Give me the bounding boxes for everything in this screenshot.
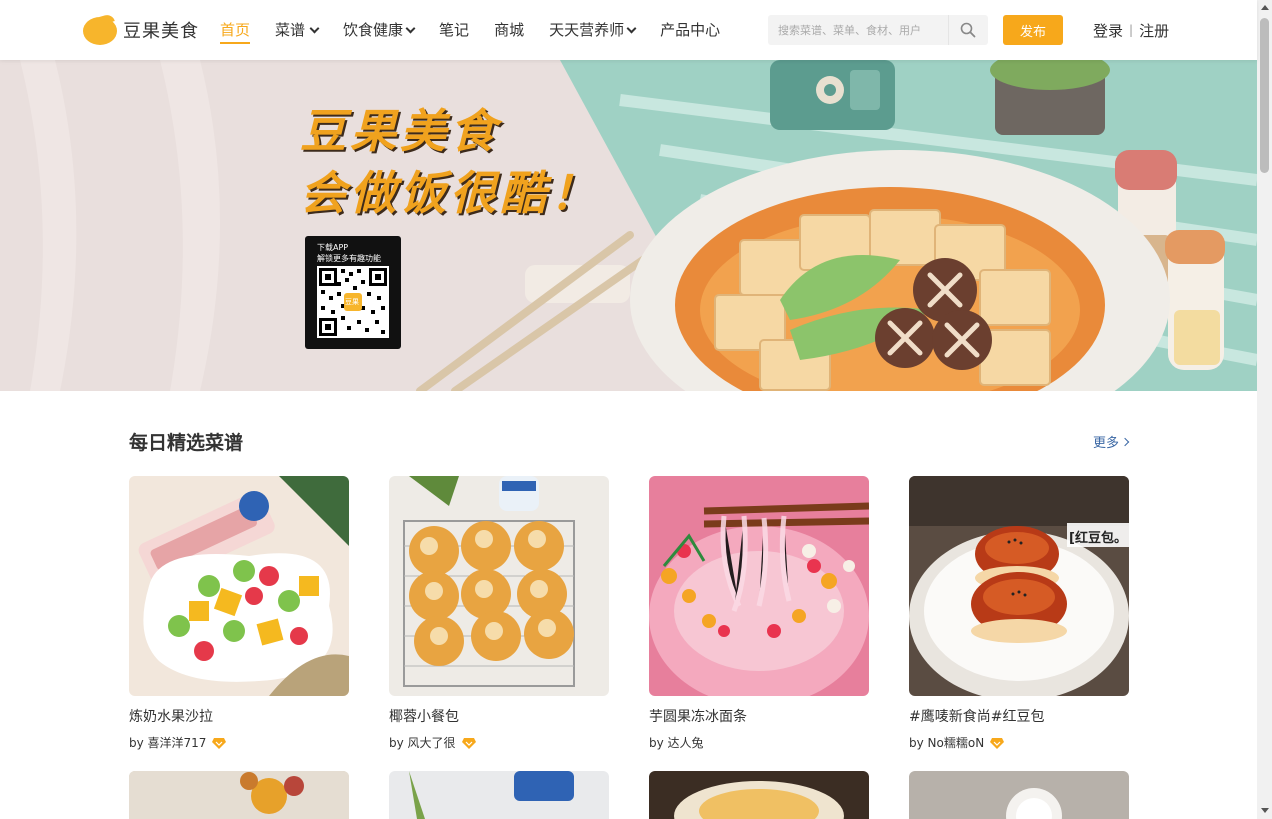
qr-line-download: 下载APP <box>317 243 349 252</box>
nav-item-home[interactable]: 首页 <box>220 0 251 60</box>
qr-line-unlock: 解锁更多有趣功能 <box>317 254 381 263</box>
recipe-name[interactable]: 芋圆果冻冰面条 <box>649 706 869 726</box>
nav-item-recipes[interactable]: 菜谱 <box>275 0 320 60</box>
recipe-thumbnail[interactable] <box>129 771 349 819</box>
nav-item-notes[interactable]: 笔记 <box>439 0 469 60</box>
search-bar <box>768 15 988 45</box>
page-scrollbar[interactable] <box>1257 0 1272 819</box>
banner-illustration <box>0 60 1257 391</box>
nav-item-diet-health[interactable]: 饮食健康 <box>343 0 416 60</box>
qr-center-label: 豆果 <box>345 298 359 306</box>
hero-banner[interactable]: 豆果美食 会做饭很酷！ 下载APP 解锁更多有趣功能 豆果 <box>0 60 1257 391</box>
nav-item-products[interactable]: 产品中心 <box>660 0 720 60</box>
recipe-author[interactable]: by 达人兔 <box>649 734 869 751</box>
register-link[interactable]: 注册 <box>1139 20 1169 41</box>
recipe-thumbnail[interactable] <box>649 476 869 696</box>
chevron-down-icon <box>309 23 320 33</box>
qr-code: 豆果 <box>317 266 389 338</box>
recipe-author[interactable]: by No糯糯oN <box>909 734 1129 751</box>
more-link[interactable]: 更多 <box>1093 432 1130 451</box>
recipe-author[interactable]: by 风大了很 <box>389 734 609 751</box>
recipe-name[interactable]: #鹰唛新食尚#红豆包 <box>909 706 1129 726</box>
photo-caption: [红豆包。 <box>1069 531 1127 546</box>
publish-button[interactable]: 发布 <box>1003 15 1063 45</box>
recipe-thumbnail[interactable] <box>649 771 869 819</box>
top-header: 豆果美食 首页 菜谱 饮食健康 笔记 商城 天天营养师 产品中心 发布 登录 |… <box>0 0 1257 60</box>
app-qr-box[interactable]: 下载APP 解锁更多有趣功能 豆果 <box>305 236 401 349</box>
login-link[interactable]: 登录 <box>1093 20 1123 41</box>
recipe-author-label: by No糯糯oN <box>909 736 985 750</box>
recipe-thumbnail[interactable]: [红豆包。 <box>909 476 1129 696</box>
recipe-author[interactable]: by 喜洋洋717 <box>129 734 349 751</box>
chevron-down-icon <box>626 23 637 33</box>
search-icon <box>960 22 975 38</box>
author-badge-icon <box>461 737 476 749</box>
nav-item-mall[interactable]: 商城 <box>494 0 524 60</box>
recipe-thumbnail[interactable] <box>389 771 609 819</box>
more-link-label: 更多 <box>1093 436 1120 451</box>
banner-title-line2: 会做饭很酷！ <box>300 166 600 220</box>
author-badge-icon <box>212 737 227 749</box>
recipe-thumbnail[interactable] <box>909 771 1129 819</box>
chevron-right-icon <box>1120 437 1130 446</box>
author-badge-icon <box>990 737 1005 749</box>
recipe-card[interactable]: 芋圆果冻冰面条 by 达人兔 <box>649 476 869 751</box>
recipe-thumbnail[interactable] <box>129 476 349 696</box>
scroll-thumb[interactable] <box>1260 18 1269 173</box>
main-nav: 首页 菜谱 饮食健康 笔记 商城 天天营养师 产品中心 <box>220 0 745 60</box>
recipe-name[interactable]: 炼奶水果沙拉 <box>129 706 349 726</box>
auth-separator: | <box>1129 23 1134 37</box>
recipe-author-label: by 风大了很 <box>389 736 456 750</box>
banner-title: 豆果美食 会做饭很酷！ <box>300 100 600 224</box>
chevron-down-icon <box>405 23 416 33</box>
recipe-thumbnail[interactable] <box>389 476 609 696</box>
scroll-up-icon[interactable] <box>1261 5 1269 10</box>
banner-title-line1: 豆果美食 <box>300 104 500 158</box>
recipe-card[interactable]: [红豆包。 #鹰唛新食尚#红豆包 by No糯糯oN <box>909 476 1129 751</box>
brand-name: 豆果美食 <box>123 21 199 42</box>
search-button[interactable] <box>948 15 986 45</box>
logo-fruit-icon <box>83 13 117 45</box>
recipe-name[interactable]: 椰蓉小餐包 <box>389 706 609 726</box>
recipe-author-label: by 达人兔 <box>649 736 704 750</box>
recipe-card[interactable]: 椰蓉小餐包 by 风大了很 <box>389 476 609 751</box>
recipe-card[interactable]: 炼奶水果沙拉 by 喜洋洋717 <box>129 476 349 751</box>
recipe-author-label: by 喜洋洋717 <box>129 736 207 750</box>
auth-links: 登录 | 注册 <box>1093 0 1169 60</box>
scroll-down-icon[interactable] <box>1261 808 1269 813</box>
nav-item-nutritionist[interactable]: 天天营养师 <box>549 0 637 60</box>
search-input[interactable] <box>768 15 948 45</box>
brand-logo[interactable]: 豆果美食 <box>83 13 199 45</box>
section-title: 每日精选菜谱 <box>129 432 244 454</box>
